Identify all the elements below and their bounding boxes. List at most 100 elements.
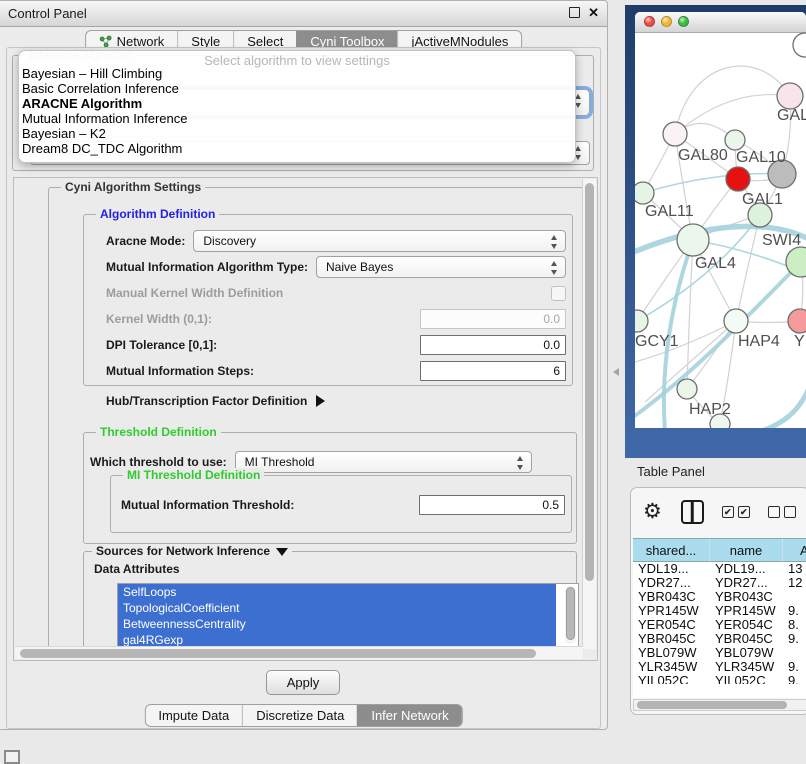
table-cell: YBR043C (633, 590, 710, 604)
tab-label: Impute Data (158, 708, 229, 723)
table-row[interactable]: YBL079WYBL079W (633, 646, 806, 660)
table-row[interactable]: YBR045CYBR045C9. (633, 632, 806, 646)
settings-horizontal-scrollbar[interactable] (15, 646, 583, 659)
tab-label: Discretize Data (256, 708, 344, 723)
data-attribute-option[interactable]: TopologicalCoefficient (118, 600, 556, 616)
list-vertical-scrollbar[interactable] (565, 586, 576, 644)
desktop: { "control_panel": { "title": "Control P… (0, 0, 806, 762)
close-icon[interactable]: ✕ (588, 6, 599, 19)
table-row[interactable]: YLR345WYLR345W9. (633, 660, 806, 674)
network-node[interactable] (663, 122, 687, 146)
network-node[interactable] (677, 379, 697, 399)
network-canvas[interactable]: GAL7GAL80GAL10GAL1GAL11SWI4GAL4GCY1HAP4Y… (635, 32, 806, 428)
column-header[interactable]: A (783, 538, 806, 562)
network-node[interactable] (635, 310, 648, 332)
table-row[interactable]: YBR043CYBR043C (633, 590, 806, 604)
network-node[interactable] (777, 83, 803, 109)
mi-steps-label: Mutual Information Steps: (106, 364, 254, 378)
kernel-width-field[interactable] (420, 309, 566, 329)
network-node[interactable] (724, 309, 748, 333)
table-cell: YPR145W (710, 604, 783, 618)
network-node[interactable] (677, 224, 709, 256)
deselect-all-checkboxes-icon[interactable] (768, 506, 796, 518)
column-header[interactable]: name (710, 538, 783, 562)
close-traffic-light[interactable] (644, 16, 655, 27)
data-attributes-list[interactable]: SelfLoopsTopologicalCoefficientBetweenne… (117, 583, 579, 647)
table-header-row: shared...nameA (633, 538, 806, 562)
algorithm-option[interactable]: Mutual Information Inference (19, 111, 575, 126)
algorithm-option[interactable]: Bayesian – Hill Climbing (19, 66, 575, 81)
algorithm-definition-group: Algorithm Definition Aracne Mode: Discov… (83, 214, 573, 386)
algorithm-option[interactable]: Dream8 DC_TDC Algorithm (19, 141, 575, 156)
table-cell: YBL079W (633, 646, 710, 660)
sources-group: Sources for Network Inference Data Attri… (83, 551, 577, 652)
stepper-arrows-icon (516, 456, 525, 470)
aracne-mode-value: Discovery (203, 234, 256, 248)
mi-steps-field[interactable] (420, 361, 566, 381)
table-cell: 9. (783, 632, 806, 646)
table-row[interactable]: YIL052CYIL052C9. (633, 674, 806, 684)
mi-algorithm-type-combobox[interactable]: Naive Bayes (316, 256, 566, 278)
settings-vertical-scrollbar[interactable] (582, 179, 596, 649)
hub-factor-expander[interactable]: Hub/Transcription Factor Definition (106, 394, 325, 408)
table-row[interactable]: YER054CYER054C8. (633, 618, 806, 632)
network-node-label: HAP2 (689, 401, 731, 418)
mi-threshold-field[interactable] (419, 495, 565, 515)
minimize-traffic-light[interactable] (661, 16, 672, 27)
bottom-tab-bar: Impute Data Discretize Data Infer Network (144, 704, 462, 727)
bottom-tab-infer-network[interactable]: Infer Network (357, 705, 461, 726)
sources-title: Sources for Network Inference (96, 544, 270, 558)
network-node[interactable] (788, 309, 806, 333)
data-attribute-option[interactable]: gal4RGexp (118, 632, 556, 647)
table-row[interactable]: YPR145WYPR145W9. (633, 604, 806, 618)
float-window-icon[interactable] (569, 7, 580, 18)
network-node[interactable] (725, 130, 745, 150)
table-row[interactable]: YDL19...YDL19...13 (633, 562, 806, 576)
manual-kernel-width-label: Manual Kernel Width Definition (106, 286, 283, 300)
algorithm-option[interactable]: ARACNE Algorithm (19, 96, 575, 111)
bottom-tab-discretize-data[interactable]: Discretize Data (242, 705, 357, 726)
table-cell: 8. (783, 618, 806, 632)
mi-threshold-definition-group: MI Threshold Definition Mutual Informati… (110, 475, 572, 533)
mi-threshold-label: Mutual Information Threshold: (121, 498, 294, 512)
gear-icon[interactable]: ⚙ (643, 501, 662, 523)
network-node[interactable] (726, 167, 750, 191)
which-threshold-combobox[interactable]: MI Threshold (235, 451, 532, 473)
algorithm-dropdown-placeholder: Select algorithm to view settings (19, 51, 575, 66)
data-attribute-option[interactable]: SelfLoops (118, 584, 556, 600)
table-panel-title: Table Panel (637, 464, 705, 479)
network-node-label: GAL1 (742, 191, 783, 208)
select-all-checkboxes-icon[interactable]: ✔✔ (722, 506, 750, 518)
dpi-tolerance-field[interactable] (420, 335, 566, 355)
hub-factor-label: Hub/Transcription Factor Definition (106, 394, 307, 408)
table-cell: YBL079W (710, 646, 783, 660)
network-node-label: GCY1 (635, 333, 679, 350)
table-cell: 9. (783, 674, 806, 684)
mi-threshold-definition-title: MI Threshold Definition (123, 468, 264, 482)
table-cell: YER054C (710, 618, 783, 632)
network-node[interactable] (793, 33, 806, 57)
control-panel-title: Control Panel (8, 6, 87, 21)
network-node[interactable] (635, 182, 654, 204)
table-horizontal-scrollbar[interactable] (633, 699, 806, 711)
table-cell: YDL19... (710, 562, 783, 576)
aracne-mode-combobox[interactable]: Discovery (193, 230, 566, 252)
manual-kernel-width-checkbox[interactable] (551, 286, 566, 301)
network-window-titlebar[interactable] (635, 12, 806, 33)
algorithm-option[interactable]: Bayesian – K2 (19, 126, 575, 141)
data-attribute-option[interactable]: BetweennessCentrality (118, 616, 556, 632)
table-row[interactable]: YDR27...YDR27...12 (633, 576, 806, 590)
zoom-traffic-light[interactable] (678, 16, 689, 27)
table-cell: 9. (783, 660, 806, 674)
panel-divider-handle[interactable] (613, 368, 619, 376)
column-header[interactable]: shared... (633, 538, 710, 562)
split-pane-icon[interactable] (681, 500, 704, 524)
bottom-tab-impute-data[interactable]: Impute Data (145, 705, 242, 726)
tab-label: Infer Network (371, 708, 448, 723)
apply-button[interactable]: Apply (266, 670, 340, 695)
data-attributes-label: Data Attributes (94, 562, 180, 576)
sources-title-expander[interactable]: Sources for Network Inference (92, 544, 292, 558)
network-node-label: SWI4 (762, 232, 801, 249)
mi-algorithm-type-value: Naive Bayes (326, 260, 393, 274)
algorithm-option[interactable]: Basic Correlation Inference (19, 81, 575, 96)
